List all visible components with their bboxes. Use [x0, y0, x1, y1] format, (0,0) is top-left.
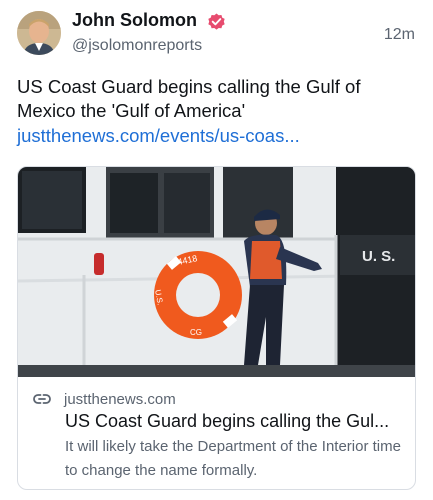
- link-icon: [33, 394, 51, 404]
- verified-badge-icon: [208, 13, 225, 30]
- life-ring-letters: CG: [190, 328, 202, 337]
- card-domain-row: justthenews.com: [32, 389, 176, 409]
- card-image: U. S. 4418 U.S. CG: [18, 167, 415, 377]
- card-domain: justthenews.com: [64, 390, 176, 408]
- author-display-name[interactable]: John Solomon: [72, 10, 197, 31]
- post-link[interactable]: justthenews.com/events/us-coas...: [17, 124, 300, 148]
- link-preview-card[interactable]: U. S. 4418 U.S. CG justthenews.com US Co…: [17, 166, 416, 490]
- card-title[interactable]: US Coast Guard begins calling the Gul...: [65, 409, 410, 433]
- post-timestamp[interactable]: 12m: [384, 26, 415, 44]
- card-description: It will likely take the Department of th…: [65, 438, 401, 479]
- social-post: John Solomon @jsolomonreports 12m US Coa…: [0, 0, 433, 500]
- author-avatar[interactable]: [17, 11, 61, 55]
- hull-marking: U. S.: [362, 248, 395, 265]
- post-text: US Coast Guard begins calling the Gulf o…: [17, 76, 361, 121]
- author-handle[interactable]: @jsolomonreports: [72, 37, 202, 55]
